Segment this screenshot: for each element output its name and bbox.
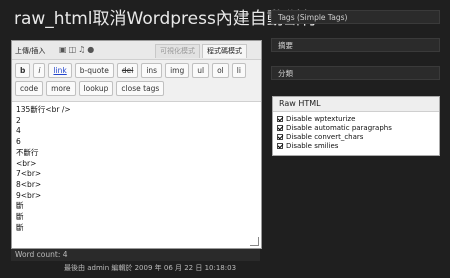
content-line: 斷 <box>16 212 24 222</box>
qt-ul-button[interactable]: ul <box>192 63 210 78</box>
tab-visual[interactable]: 可視化模式 <box>155 44 200 58</box>
content-line: 7<br> <box>16 169 42 179</box>
media-buttons: ▣◫♫● <box>59 45 96 54</box>
editor-content[interactable]: 135斷行<br /> 2 4 6 不斷行 <br> 7<br> 8<br> 9… <box>12 102 261 236</box>
qt-code-button[interactable]: code <box>15 81 44 96</box>
qt-blockquote-button[interactable]: b-quote <box>74 63 114 78</box>
raw-html-box: Raw HTML Disable wptexturize Disable aut… <box>272 96 440 156</box>
disable-convert-chars-option[interactable]: Disable convert_chars <box>277 132 435 141</box>
content-line: 斷 <box>16 201 24 211</box>
disable-auto-paragraphs-option[interactable]: Disable automatic paragraphs <box>277 123 435 132</box>
content-line: 8<br> <box>16 179 42 189</box>
qt-ins-button[interactable]: ins <box>141 63 163 78</box>
post-editor: 上傳/插入 ▣◫♫● 可視化模式 程式碼模式 b i link b-quote … <box>11 40 262 249</box>
tab-html[interactable]: 程式碼模式 <box>202 44 247 58</box>
checkbox-checked[interactable] <box>277 133 283 140</box>
upload-insert-label: 上傳/插入 <box>15 47 46 55</box>
qt-bold-button[interactable]: b <box>15 63 31 78</box>
qt-ol-button[interactable]: ol <box>212 63 229 78</box>
checkbox-checked[interactable] <box>277 142 283 149</box>
last-edited-text: 最後由 admin 編輯於 2009 年 06 月 22 日 10:18:03 <box>64 264 237 272</box>
video-icon[interactable]: ◫ <box>69 45 79 54</box>
content-line: 6 <box>16 137 21 147</box>
qt-img-button[interactable]: img <box>165 63 190 78</box>
resize-handle[interactable] <box>250 237 259 246</box>
content-line: 2 <box>16 115 21 125</box>
word-count: Word count: 4 <box>11 249 260 261</box>
qt-close-tags-button[interactable]: close tags <box>116 81 165 96</box>
image-icon[interactable]: ▣ <box>59 45 69 54</box>
raw-html-title[interactable]: Raw HTML <box>273 97 439 112</box>
category-box-header[interactable]: 分類 <box>271 66 440 80</box>
content-line: 斷 <box>16 222 24 232</box>
quicktags-toolbar: b i link b-quote del ins img ul ol li co… <box>12 60 261 102</box>
checkbox-checked[interactable] <box>277 115 283 122</box>
content-line: 不斷行 <box>16 147 39 157</box>
content-line: <br> <box>16 158 37 168</box>
qt-li-button[interactable]: li <box>231 63 246 78</box>
content-line: 4 <box>16 126 21 136</box>
disable-smilies-option[interactable]: Disable smilies <box>277 141 435 150</box>
excerpt-box-header[interactable]: 摘要 <box>271 38 440 52</box>
qt-link-button[interactable]: link <box>48 63 72 78</box>
tags-box-header[interactable]: Tags (Simple Tags) <box>271 10 440 24</box>
editor-tabbar: 上傳/插入 ▣◫♫● 可視化模式 程式碼模式 <box>12 41 261 60</box>
media-icon[interactable]: ● <box>87 45 96 54</box>
audio-icon[interactable]: ♫ <box>78 45 87 54</box>
qt-lookup-button[interactable]: lookup <box>78 81 114 96</box>
content-line: 9<br> <box>16 190 42 200</box>
content-line: 135斷行<br /> <box>16 105 71 114</box>
qt-more-button[interactable]: more <box>46 81 76 96</box>
disable-wptexturize-option[interactable]: Disable wptexturize <box>277 114 435 123</box>
qt-del-button[interactable]: del <box>116 63 139 78</box>
checkbox-checked[interactable] <box>277 124 283 131</box>
qt-italic-button[interactable]: i <box>33 63 46 78</box>
